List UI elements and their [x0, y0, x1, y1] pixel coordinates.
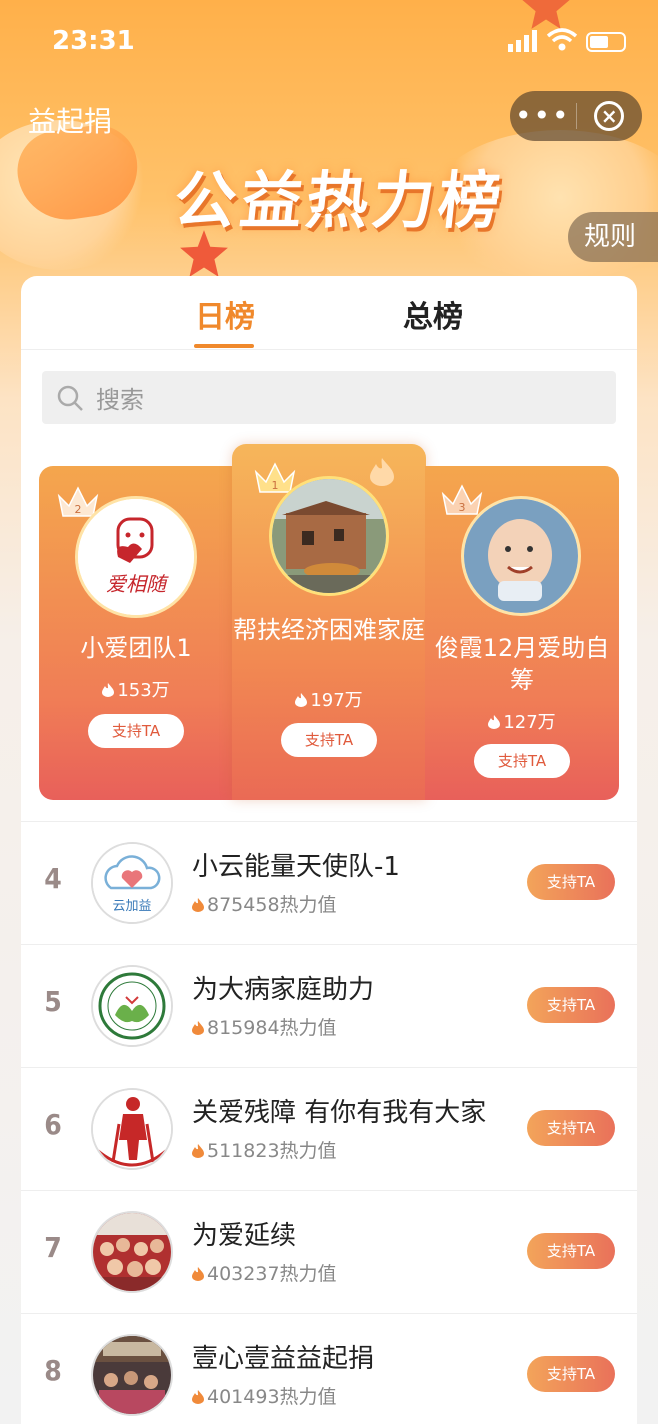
app-title: 益起捐 [28, 105, 113, 138]
rank-number: 5 [44, 985, 62, 1018]
podium-heat: 153万 [39, 676, 233, 702]
project-name: 为大病家庭助力 [192, 975, 375, 1005]
support-button[interactable]: 支持TA [281, 723, 377, 757]
person-with-cane-icon [93, 1090, 171, 1168]
avatar [461, 496, 581, 616]
classroom-photo-icon [93, 1336, 171, 1414]
heat-value: 401493热力值 [192, 1382, 337, 1409]
support-button[interactable]: 支持TA [527, 1110, 615, 1146]
cloud-heart-logo-icon: 云加益 [93, 844, 171, 922]
ranking-tabs: 日榜 总榜 [21, 276, 637, 350]
heat-value: 403237热力值 [192, 1259, 337, 1286]
more-menu-button[interactable]: ••• [510, 91, 576, 141]
heat-value: 511823热力值 [192, 1136, 337, 1163]
project-name: 小云能量天使队-1 [192, 852, 400, 882]
tab-total[interactable]: 总榜 [403, 292, 463, 336]
podium-second[interactable]: 2 爱相随 小爱团队1 153万 支持TA [39, 466, 233, 800]
support-button[interactable]: 支持TA [527, 1233, 615, 1269]
charity-seal-icon [93, 967, 171, 1045]
close-icon: × [594, 101, 625, 131]
flame-icon [102, 683, 115, 697]
avatar [91, 1088, 173, 1170]
avatar [269, 476, 389, 596]
list-item[interactable]: 6 关爱残障 有你有我有大家 511823热力值 支持TA [21, 1067, 637, 1190]
love-logo-icon: 爱相随 [78, 499, 194, 615]
heat-text: 815984热力值 [207, 1017, 337, 1039]
support-button[interactable]: 支持TA [527, 864, 615, 900]
svg-text:云加益: 云加益 [112, 899, 151, 914]
avatar: 爱相随 [75, 496, 197, 618]
podium-name: 小爱团队1 [80, 634, 192, 662]
search-icon [57, 385, 83, 411]
avatar: 云加益 [91, 842, 173, 924]
avatar [91, 1211, 173, 1293]
podium-name: 帮扶经济困难家庭 [233, 616, 425, 644]
rank-number: 8 [44, 1354, 62, 1387]
svg-text:2: 2 [75, 503, 82, 516]
flame-icon [488, 715, 501, 729]
search-input[interactable]: 搜索 [42, 371, 616, 424]
podium-heat: 127万 [425, 708, 619, 734]
ranking-list: 4 云加益 小云能量天使队-1 875458热力值 支持TA 5 为大病家庭助力… [21, 821, 637, 1424]
active-tab-indicator [194, 344, 254, 348]
heat-value: 815984热力值 [192, 1013, 337, 1040]
podium-heat-value: 127万 [503, 712, 556, 733]
top-three-podium: 2 爱相随 小爱团队1 153万 支持TA 1 帮扶经济困难家庭 197万 支持… [39, 444, 619, 800]
project-name: 关爱残障 有你有我有大家 [192, 1098, 487, 1128]
status-bar: 23:31 [0, 0, 658, 80]
support-button[interactable]: 支持TA [527, 987, 615, 1023]
flame-icon [192, 1144, 204, 1158]
podium-heat-value: 153万 [117, 680, 170, 701]
rank-number: 6 [44, 1108, 62, 1141]
search-placeholder: 搜索 [96, 386, 144, 414]
status-time: 23:31 [52, 26, 135, 56]
miniprogram-capsule: ••• × [510, 91, 642, 141]
flame-icon [192, 1267, 204, 1281]
heat-text: 403237热力值 [207, 1263, 337, 1285]
list-item[interactable]: 5 为大病家庭助力 815984热力值 支持TA [21, 944, 637, 1067]
heat-text: 401493热力值 [207, 1386, 337, 1408]
heat-value: 875458热力值 [192, 890, 337, 917]
avatar [91, 1334, 173, 1416]
support-button[interactable]: 支持TA [527, 1356, 615, 1392]
project-name: 壹心壹益益起捐 [192, 1344, 375, 1374]
flame-icon [192, 1390, 204, 1404]
banner-title: 公益热力榜 [170, 164, 509, 237]
rank-number: 7 [44, 1231, 62, 1264]
flame-icon [192, 898, 204, 912]
svg-text:1: 1 [272, 479, 279, 492]
list-item[interactable]: 8 壹心壹益益起捐 401493热力值 支持TA [21, 1313, 637, 1424]
podium-first[interactable]: 1 帮扶经济困难家庭 197万 支持TA [232, 444, 426, 800]
crowd-photo-icon [93, 1213, 171, 1291]
background-cloud [0, 120, 150, 270]
project-name: 为爱延续 [192, 1221, 297, 1251]
flame-icon [295, 693, 308, 707]
house-photo-icon [272, 479, 386, 593]
heat-text: 875458热力值 [207, 894, 337, 916]
svg-text:爱相随: 爱相随 [106, 572, 169, 596]
podium-third[interactable]: 3 俊霞12月爱助自筹 127万 支持TA [425, 466, 619, 800]
list-item[interactable]: 4 云加益 小云能量天使队-1 875458热力值 支持TA [21, 821, 637, 944]
child-photo-icon [464, 499, 578, 613]
heat-text: 511823热力值 [207, 1140, 337, 1162]
ranking-card: 日榜 总榜 搜索 2 爱相随 小爱团队1 153万 支持TA 1 帮扶经济困难家… [21, 276, 637, 1424]
podium-heat-value: 197万 [310, 690, 363, 711]
close-button[interactable]: × [577, 101, 643, 131]
flame-decoration-icon [370, 458, 394, 486]
support-button[interactable]: 支持TA [474, 744, 570, 778]
avatar [91, 965, 173, 1047]
wifi-icon [546, 28, 578, 51]
svg-text:3: 3 [459, 501, 466, 514]
podium-name: 俊霞12月爱助自筹 [434, 634, 610, 694]
flame-icon [192, 1021, 204, 1035]
rules-button[interactable]: 规则 [568, 212, 658, 262]
battery-icon [586, 32, 626, 52]
podium-heat: 197万 [232, 686, 426, 712]
crown-bronze-icon: 3 [441, 484, 483, 515]
support-button[interactable]: 支持TA [88, 714, 184, 748]
rank-number: 4 [44, 862, 62, 895]
cellular-signal-icon [508, 30, 537, 52]
list-item[interactable]: 7 为爱延续 403237热力值 支持TA [21, 1190, 637, 1313]
tab-daily[interactable]: 日榜 [195, 292, 255, 336]
